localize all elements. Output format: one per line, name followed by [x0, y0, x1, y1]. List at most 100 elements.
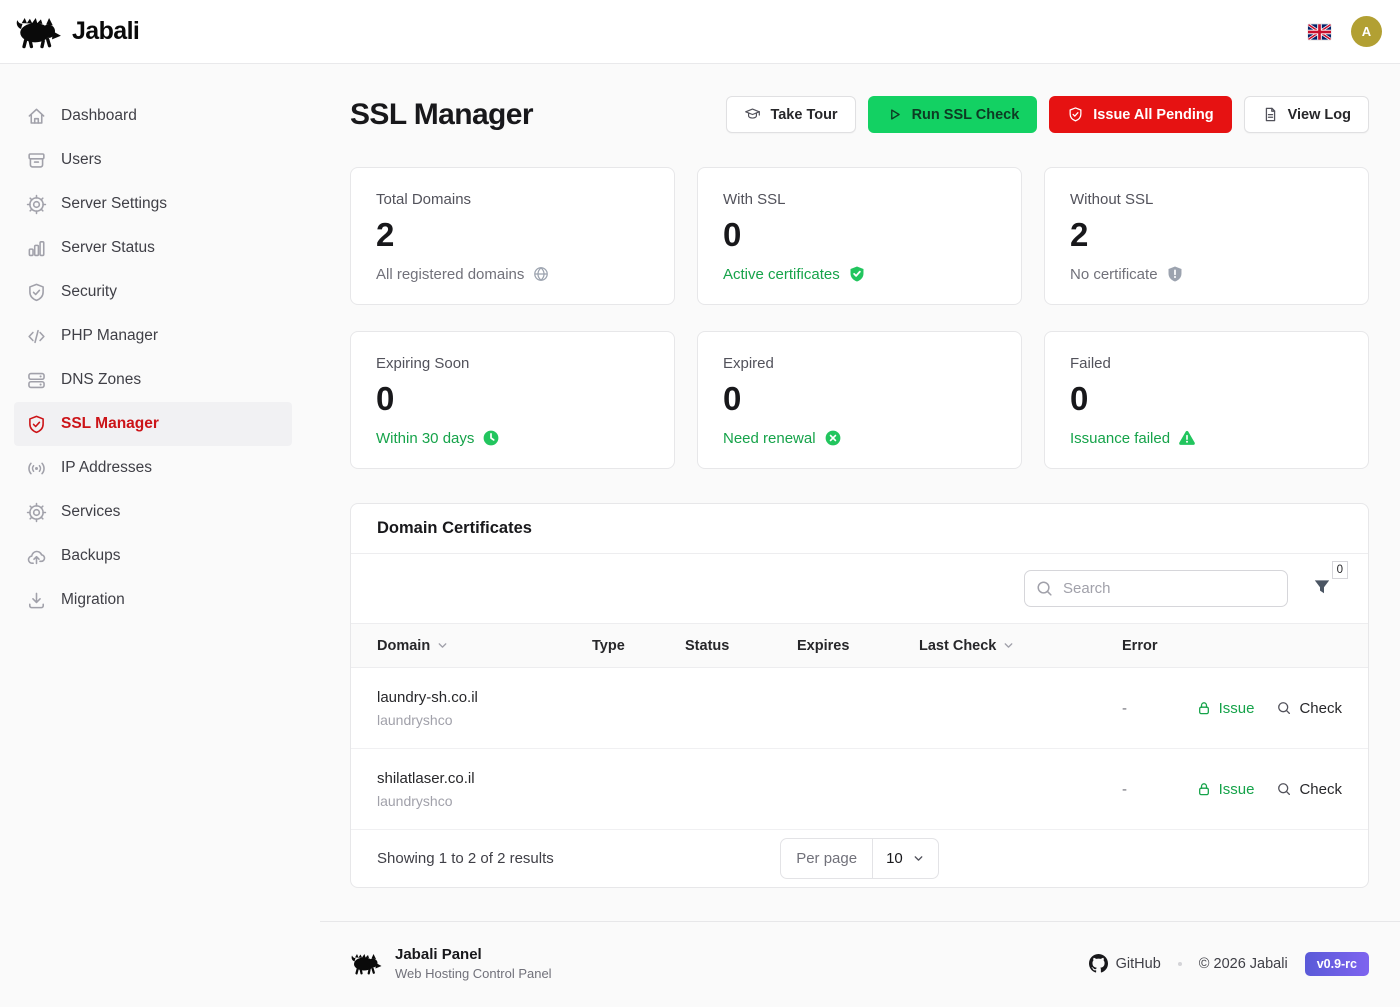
gear-icon	[26, 502, 47, 523]
search-icon	[1035, 579, 1054, 598]
chevron-down-icon	[436, 639, 449, 652]
sidebar-item-label: Server Settings	[61, 195, 167, 213]
stats-grid: Total Domains 2 All registered domains W…	[350, 167, 1369, 469]
per-page-control: Per page 10	[780, 838, 939, 879]
per-page-label: Per page	[781, 839, 872, 878]
issue-button[interactable]: Issue	[1196, 700, 1255, 717]
uk-flag-icon[interactable]	[1308, 24, 1331, 40]
boar-logo-icon	[14, 15, 62, 49]
stat-value: 0	[723, 381, 996, 417]
shield-check-icon	[1067, 106, 1084, 123]
column-header-domain[interactable]: Domain	[377, 638, 592, 654]
table-row: laundry-sh.co.il laundryshco - Issue Che…	[351, 668, 1368, 749]
shield-alert-icon	[1166, 265, 1184, 283]
sidebar-item-security[interactable]: Security	[14, 270, 292, 314]
shield-check-icon	[848, 265, 866, 283]
stat-label: Total Domains	[376, 191, 649, 208]
sidebar-item-dns-zones[interactable]: DNS Zones	[14, 358, 292, 402]
check-button[interactable]: Check	[1276, 700, 1342, 717]
sidebar: Dashboard Users Server Settings Server S…	[0, 64, 306, 622]
sidebar-item-label: DNS Zones	[61, 371, 141, 389]
stat-label: With SSL	[723, 191, 996, 208]
chevron-down-icon	[1002, 639, 1015, 652]
stat-value: 0	[376, 381, 649, 417]
bar-chart-icon	[26, 238, 47, 259]
sidebar-item-label: Backups	[61, 547, 120, 565]
server-stack-icon	[26, 370, 47, 391]
stat-sub-label: Need renewal	[723, 430, 816, 447]
sidebar-item-services[interactable]: Services	[14, 490, 292, 534]
filter-count-badge: 0	[1332, 561, 1348, 579]
button-label: Take Tour	[770, 107, 837, 123]
filter-button[interactable]: 0	[1310, 575, 1334, 602]
per-page-select[interactable]: 10	[872, 839, 938, 878]
sidebar-item-php-manager[interactable]: PHP Manager	[14, 314, 292, 358]
brand-logo[interactable]: Jabali	[14, 15, 139, 49]
stat-card-with-ssl: With SSL 0 Active certificates	[697, 167, 1022, 305]
sidebar-item-users[interactable]: Users	[14, 138, 292, 182]
sidebar-item-backups[interactable]: Backups	[14, 534, 292, 578]
stat-sub-label: Issuance failed	[1070, 430, 1170, 447]
cell-error: -	[1122, 781, 1196, 798]
stat-label: Without SSL	[1070, 191, 1343, 208]
search-input[interactable]	[1024, 570, 1288, 607]
issue-button[interactable]: Issue	[1196, 781, 1255, 798]
stat-card-expired: Expired 0 Need renewal	[697, 331, 1022, 469]
stat-card-total-domains: Total Domains 2 All registered domains	[350, 167, 675, 305]
column-header-expires: Expires	[797, 638, 919, 654]
pagination-row: Showing 1 to 2 of 2 results Per page 10	[351, 830, 1368, 887]
page-actions: Take Tour Run SSL Check Issue All Pendin…	[726, 96, 1369, 133]
column-header-status: Status	[685, 638, 797, 654]
sidebar-item-dashboard[interactable]: Dashboard	[14, 94, 292, 138]
boar-logo-icon	[350, 952, 382, 975]
stat-sub-label: No certificate	[1070, 266, 1158, 283]
sidebar-item-server-settings[interactable]: Server Settings	[14, 182, 292, 226]
view-log-button[interactable]: View Log	[1244, 96, 1369, 133]
button-label: Run SSL Check	[912, 107, 1020, 123]
sidebar-item-server-status[interactable]: Server Status	[14, 226, 292, 270]
sidebar-item-label: Users	[61, 151, 101, 169]
domain-owner: laundryshco	[377, 712, 592, 728]
check-button[interactable]: Check	[1276, 781, 1342, 798]
sidebar-item-label: IP Addresses	[61, 459, 152, 477]
column-header-type: Type	[592, 638, 685, 654]
gear-icon	[26, 194, 47, 215]
search-icon	[1276, 700, 1292, 716]
user-avatar[interactable]: A	[1351, 16, 1382, 47]
run-ssl-check-button[interactable]: Run SSL Check	[868, 96, 1038, 133]
page-title: SSL Manager	[350, 96, 533, 133]
lock-icon	[1196, 781, 1212, 797]
take-tour-button[interactable]: Take Tour	[726, 96, 855, 133]
stat-sub-label: Within 30 days	[376, 430, 474, 447]
stat-label: Expiring Soon	[376, 355, 649, 372]
panel-title: Domain Certificates	[351, 504, 1368, 554]
domain-name: laundry-sh.co.il	[377, 689, 592, 706]
stat-card-without-ssl: Without SSL 2 No certificate	[1044, 167, 1369, 305]
warning-triangle-icon	[1178, 429, 1196, 447]
sidebar-item-ssl-manager[interactable]: SSL Manager	[14, 402, 292, 446]
stat-value: 0	[723, 217, 996, 253]
chevron-down-icon	[912, 852, 925, 865]
sidebar-item-migration[interactable]: Migration	[14, 578, 292, 622]
github-icon	[1089, 954, 1108, 973]
sidebar-item-label: Dashboard	[61, 107, 137, 125]
column-header-last-check[interactable]: Last Check	[919, 638, 1122, 654]
brand-name: Jabali	[72, 17, 139, 46]
funnel-icon	[1312, 577, 1332, 597]
x-circle-icon	[824, 429, 842, 447]
graduation-cap-icon	[744, 106, 761, 123]
issue-all-pending-button[interactable]: Issue All Pending	[1049, 96, 1231, 133]
sidebar-item-label: PHP Manager	[61, 327, 158, 345]
domain-certificates-panel: Domain Certificates 0 Domain Type Status	[350, 503, 1369, 888]
radio-waves-icon	[26, 458, 47, 479]
download-icon	[26, 590, 47, 611]
shield-check-icon	[26, 414, 47, 435]
sidebar-item-label: Security	[61, 283, 117, 301]
github-link[interactable]: GitHub	[1089, 954, 1161, 973]
stat-card-expiring-soon: Expiring Soon 0 Within 30 days	[350, 331, 675, 469]
sidebar-item-label: SSL Manager	[61, 415, 159, 433]
stat-card-failed: Failed 0 Issuance failed	[1044, 331, 1369, 469]
copyright-text: © 2026 Jabali	[1199, 956, 1288, 972]
stat-label: Failed	[1070, 355, 1343, 372]
sidebar-item-ip-addresses[interactable]: IP Addresses	[14, 446, 292, 490]
